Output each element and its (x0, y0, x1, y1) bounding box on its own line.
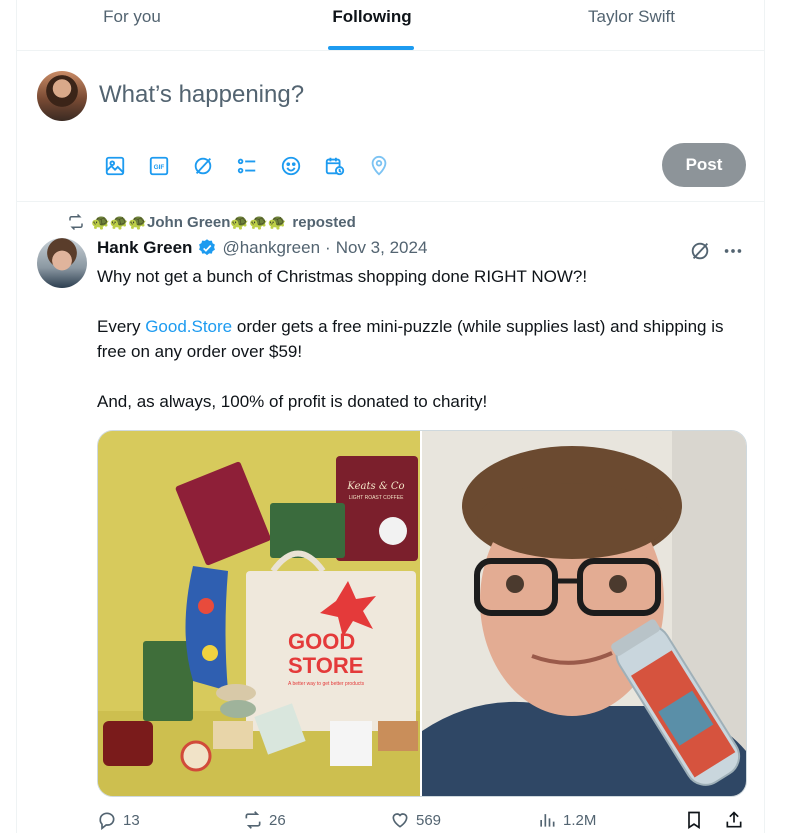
svg-text:GIF: GIF (154, 164, 165, 171)
active-tab-indicator (328, 46, 414, 50)
bookmark-icon (688, 811, 700, 830)
repost-icon (69, 213, 83, 231)
bookmark-button[interactable] (684, 810, 704, 830)
repost-count: 26 (269, 811, 286, 829)
tab-following[interactable]: Following (247, 0, 497, 50)
image-icon[interactable] (99, 151, 131, 181)
timeline-tabs: For you Following Taylor Swift (17, 0, 764, 51)
poll-icon[interactable] (231, 151, 263, 181)
schedule-icon[interactable] (319, 151, 351, 181)
tweet-paragraph: Every Good.Store order gets a free mini-… (97, 314, 737, 364)
tweet-header: Hank Green @hankgreen · Nov 3, 2024 (97, 238, 427, 258)
good-store-link[interactable]: Good.Store (145, 317, 232, 336)
tweet-actions: 13 26 569 1.2M (97, 810, 745, 836)
tweet-paragraph: And, as always, 100% of profit is donate… (97, 392, 488, 411)
reposted-label: reposted (292, 213, 356, 231)
separator: · (325, 238, 331, 257)
candle (103, 721, 153, 766)
avatar[interactable] (37, 71, 87, 121)
tweet-media[interactable]: Keats & Co LIGHT ROAST COFFEE GOOD STORE… (97, 430, 747, 797)
product-box (213, 721, 253, 749)
views-button[interactable]: 1.2M (537, 810, 596, 830)
post-button[interactable]: Post (662, 143, 746, 187)
product-box (330, 721, 372, 766)
coffee-bag: Keats & Co LIGHT ROAST COFFEE (336, 456, 418, 561)
repost-context: 🐢🐢🐢John Green🐢🐢🐢 reposted (67, 213, 356, 231)
main-column: For you Following Taylor Swift What’s ha… (16, 0, 765, 833)
share-button[interactable] (724, 810, 744, 830)
text-span: Every (97, 317, 146, 336)
socks (185, 566, 228, 691)
soap-stone (220, 700, 256, 718)
reposter-name[interactable]: 🐢🐢🐢John Green🐢🐢🐢 (91, 213, 286, 231)
author-name[interactable]: Hank Green (97, 238, 192, 258)
products-illustration: Keats & Co LIGHT ROAST COFFEE GOOD STORE… (98, 431, 420, 796)
gif-icon[interactable]: GIF (143, 151, 175, 181)
tab-label: Following (332, 7, 412, 26)
emoji-icon[interactable] (275, 151, 307, 181)
soap-stone (216, 684, 256, 702)
coffee-bag (270, 503, 345, 558)
repost-icon (245, 811, 261, 829)
tweet[interactable]: 🐢🐢🐢John Green🐢🐢🐢 reposted Hank Green @ha… (17, 202, 764, 833)
reply-count: 13 (123, 811, 140, 829)
grok-icon[interactable] (187, 151, 219, 181)
author-avatar[interactable] (37, 238, 87, 288)
like-button[interactable]: 569 (390, 810, 441, 830)
tote-store-label: STORE (288, 653, 363, 678)
tote-tagline: A better way to get better products (288, 681, 365, 687)
selfie-illustration (422, 431, 746, 796)
compose-input[interactable]: What’s happening? (99, 81, 304, 109)
coffee-brand-label: Keats & Co (346, 481, 404, 492)
like-count: 569 (416, 811, 442, 829)
coffee-sub-label: LIGHT ROAST COFFEE (349, 495, 404, 501)
location-icon[interactable] (363, 151, 395, 181)
heart-icon (392, 813, 408, 828)
tab-label: Taylor Swift (588, 7, 675, 26)
tab-for-you[interactable]: For you (17, 0, 247, 50)
compose-toolbar: GIF (99, 151, 395, 181)
reply-icon (99, 812, 115, 830)
compose-box: What’s happening? GIF Post (17, 51, 764, 202)
author-handle[interactable]: @hankgreen (222, 238, 320, 258)
share-icon (726, 811, 742, 828)
tote-good-label: GOOD (288, 629, 355, 654)
media-image-products[interactable]: Keats & Co LIGHT ROAST COFFEE GOOD STORE… (98, 431, 420, 796)
view-count: 1.2M (563, 811, 597, 829)
tweet-text: Why not get a bunch of Christmas shoppin… (97, 264, 737, 439)
views-chart-icon (540, 814, 555, 827)
repost-button[interactable]: 26 (243, 810, 286, 830)
candle-lid (180, 740, 212, 772)
coffee-bag (143, 641, 193, 721)
grok-icon[interactable] (689, 240, 711, 262)
verified-badge-icon (199, 239, 216, 256)
tab-label: For you (103, 7, 161, 26)
tweet-paragraph: Why not get a bunch of Christmas shoppin… (97, 267, 588, 286)
tab-taylor-swift[interactable]: Taylor Swift (497, 0, 766, 50)
tweet-date[interactable]: Nov 3, 2024 (336, 238, 428, 258)
more-options-icon[interactable] (722, 240, 744, 262)
reply-button[interactable]: 13 (97, 810, 140, 830)
media-image-selfie[interactable] (422, 431, 746, 796)
soap-bar (378, 721, 418, 751)
